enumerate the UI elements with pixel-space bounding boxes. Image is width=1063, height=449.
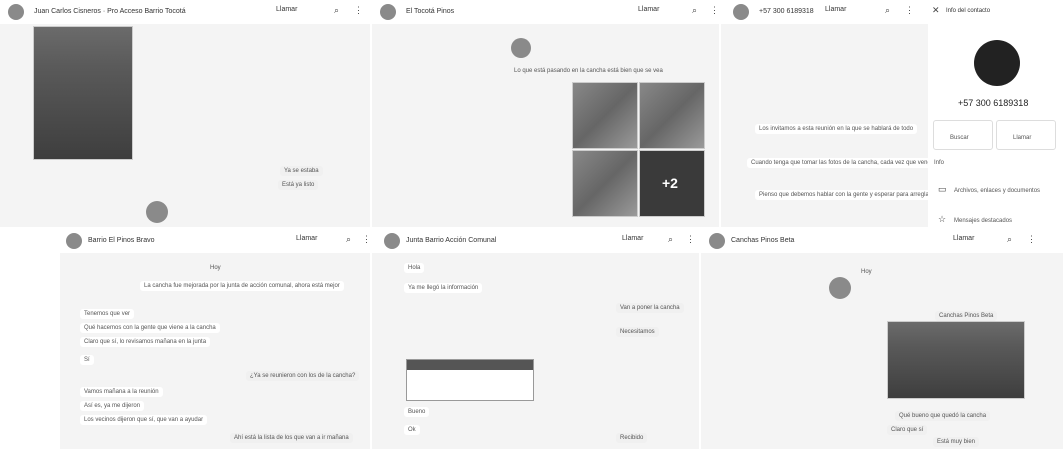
avatar[interactable] [384, 233, 400, 249]
menu-icon[interactable]: ⋮ [686, 234, 695, 245]
search-icon[interactable]: ⌕ [1007, 234, 1012, 245]
call-button[interactable]: Llamar [638, 6, 659, 13]
message-bubble: Ya me llegó la información [404, 283, 483, 293]
menu-icon[interactable]: ⋮ [905, 5, 914, 16]
chat-title[interactable]: Canchas Pinos Beta [731, 237, 794, 244]
avatar [146, 201, 168, 223]
chat-panel-3: +57 300 6189318 Llamar ⌕ ⋮ Los invitamos… [721, 0, 1063, 227]
message-bubble: Los vecinos dijeron que sí, que van a ay… [80, 415, 208, 425]
chat-title[interactable]: Junta Barrio Acción Comunal [406, 237, 496, 244]
message-bubble: Pienso que debemos hablar con la gente y… [755, 190, 935, 200]
call-button[interactable]: Llamar [953, 235, 974, 242]
document-attachment[interactable] [406, 359, 534, 401]
search-icon[interactable]: ⌕ [334, 5, 339, 16]
call-button[interactable]: Llamar [622, 235, 643, 242]
search-icon[interactable]: ⌕ [668, 234, 673, 245]
more-images-count: +2 [662, 175, 678, 191]
call-button[interactable]: Llamar [296, 235, 317, 242]
message-bubble: Ya se estaba [280, 166, 323, 176]
chat-title[interactable]: +57 300 6189318 [759, 8, 814, 15]
about-label: Info [934, 160, 945, 166]
message-bubble: Claro que sí, lo revisamos mañana en la … [80, 337, 211, 347]
message-text: Lo que está pasando en la cancha está bi… [514, 68, 663, 74]
gallery-image-2[interactable] [639, 82, 705, 149]
star-icon: ☆ [938, 214, 947, 224]
menu-icon[interactable]: ⋮ [354, 5, 363, 16]
files-links-item[interactable]: Archivos, enlaces y documentos [954, 188, 1040, 194]
gallery-image-1[interactable] [572, 82, 638, 149]
chat-title[interactable]: El Tocotá Pinos [406, 8, 454, 15]
message-bubble: ¿Ya se reunieron con los de la cancha? [246, 371, 360, 381]
date-label: Hoy [210, 265, 221, 271]
contact-action-buscar[interactable]: Buscar [933, 120, 993, 150]
contact-info-title: Info del contacto [946, 8, 991, 14]
message-bubble: Bueno [404, 407, 430, 417]
starred-messages-item[interactable]: Mensajes destacados [954, 218, 1012, 224]
message-bubble: Sí [80, 355, 94, 365]
contact-avatar[interactable] [974, 40, 1020, 86]
call-button[interactable]: Llamar [276, 6, 297, 13]
message-bubble: La cancha fue mejorada por la junta de a… [140, 281, 344, 291]
search-icon[interactable]: ⌕ [692, 5, 697, 16]
message-bubble: Necesitamos [616, 327, 659, 337]
action-label: Buscar [950, 135, 969, 141]
avatar[interactable] [733, 4, 749, 20]
message-bubble: Ok [404, 425, 420, 435]
message-bubble: Está muy bien [933, 437, 980, 447]
chat-panel-6: Canchas Pinos Beta Llamar ⌕ ⋮ Hoy Cancha… [701, 229, 1063, 449]
avatar[interactable] [709, 233, 725, 249]
folder-icon: ▭ [938, 184, 947, 194]
chat-title[interactable]: Juan Carlos Cisneros · Pro Acceso Barrio… [34, 8, 186, 15]
close-icon[interactable]: ✕ [932, 5, 940, 16]
search-icon[interactable]: ⌕ [885, 5, 890, 16]
message-bubble: Los invitamos a esta reunión en la que s… [755, 124, 918, 134]
message-bubble: Está ya listo [278, 180, 319, 190]
avatar[interactable] [8, 4, 24, 20]
menu-icon[interactable]: ⋮ [710, 5, 719, 16]
contact-info-panel: ✕ Info del contacto +57 300 6189318 Busc… [928, 0, 1063, 227]
message-bubble: Así es, ya me dijeron [80, 401, 145, 411]
chat-title[interactable]: Barrio El Pinos Bravo [88, 237, 155, 244]
chat-panel-2: El Tocotá Pinos Llamar ⌕ ⋮ Lo que está p… [372, 0, 719, 227]
avatar [511, 38, 531, 58]
chat-header: +57 300 6189318 Llamar ⌕ ⋮ [721, 0, 933, 24]
gallery-image-3[interactable] [572, 150, 638, 217]
chat-panel-1: Juan Carlos Cisneros · Pro Acceso Barrio… [0, 0, 370, 227]
message-bubble: Qué hacemos con la gente que viene a la … [80, 323, 220, 333]
avatar [829, 277, 851, 299]
shared-image[interactable] [33, 26, 133, 160]
message-bubble: Hola [404, 263, 425, 273]
chat-header: Junta Barrio Acción Comunal Llamar ⌕ ⋮ [372, 229, 699, 253]
message-bubble: Canchas Pinos Beta [935, 311, 998, 321]
chat-header: Barrio El Pinos Bravo Llamar ⌕ ⋮ [60, 229, 370, 253]
message-bubble: Cuando tenga que tomar las fotos de la c… [747, 158, 939, 168]
message-bubble: Claro que sí [887, 425, 928, 435]
action-label: Llamar [1013, 135, 1032, 141]
menu-icon[interactable]: ⋮ [1027, 234, 1036, 245]
message-bubble: Vamos mañana a la reunión [80, 387, 163, 397]
chat-header: Juan Carlos Cisneros · Pro Acceso Barrio… [0, 0, 370, 24]
document-header-bar [407, 360, 533, 370]
avatar[interactable] [380, 4, 396, 20]
chat-panel-5: Junta Barrio Acción Comunal Llamar ⌕ ⋮ H… [372, 229, 699, 449]
gallery-image-more[interactable]: +2 [639, 150, 705, 217]
message-bubble: Van a poner la cancha [616, 303, 684, 313]
date-label: Hoy [861, 269, 872, 275]
message-bubble: Ahí está la lista de los que van a ir ma… [230, 433, 353, 443]
chat-panel-4: Barrio El Pinos Bravo Llamar ⌕ ⋮ Hoy La … [60, 229, 370, 449]
message-bubble: Qué bueno que quedó la cancha [895, 411, 991, 421]
shared-image[interactable] [887, 321, 1025, 399]
chat-header: El Tocotá Pinos Llamar ⌕ ⋮ [372, 0, 719, 24]
call-button[interactable]: Llamar [825, 6, 846, 13]
message-bubble: Recibido [616, 433, 648, 443]
contact-phone: +57 300 6189318 [958, 98, 1029, 108]
chat-header: Canchas Pinos Beta Llamar ⌕ ⋮ [701, 229, 1063, 253]
search-icon[interactable]: ⌕ [346, 234, 351, 245]
menu-icon[interactable]: ⋮ [362, 234, 370, 245]
contact-action-llamar[interactable]: Llamar [996, 120, 1056, 150]
message-bubble: Tenemos que ver [80, 309, 135, 319]
avatar[interactable] [66, 233, 82, 249]
